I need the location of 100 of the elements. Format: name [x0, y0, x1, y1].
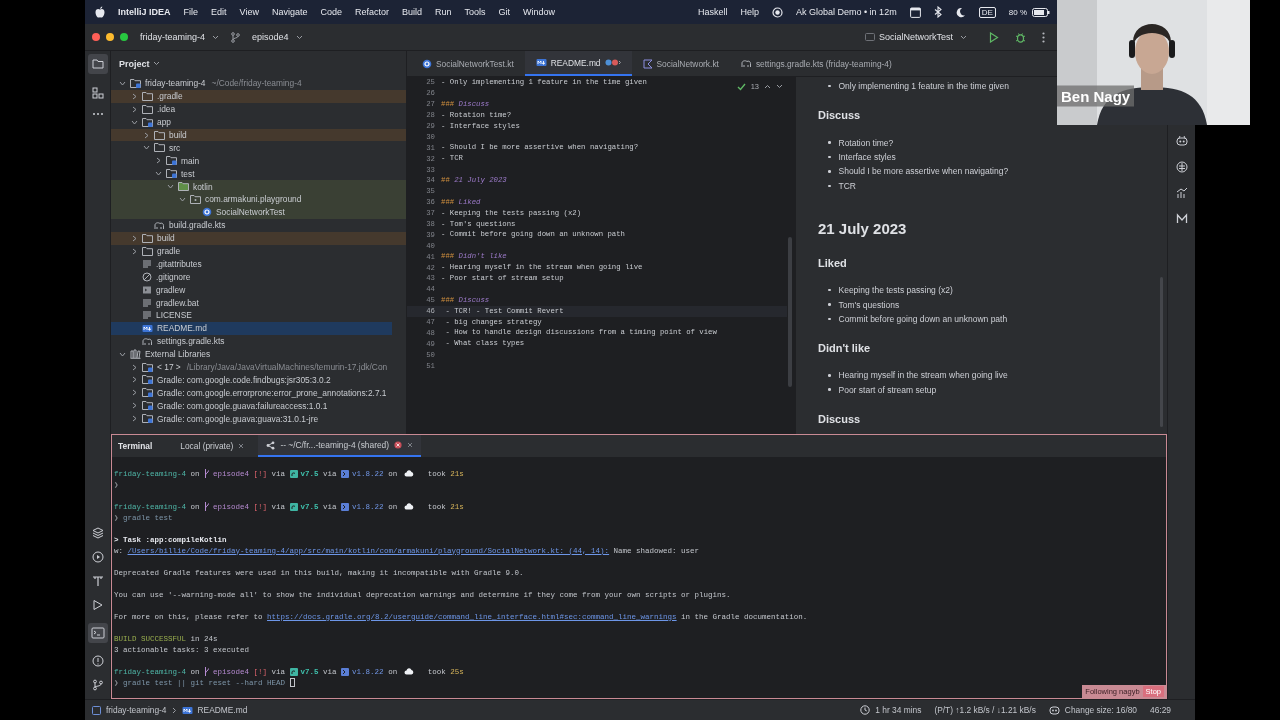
more-icon[interactable]: [1042, 31, 1045, 43]
chevron-icon[interactable]: [119, 350, 126, 358]
tree-item[interactable]: Gradle: com.google.guava:failureaccess:1.0.1: [111, 399, 406, 413]
record-icon[interactable]: [771, 6, 783, 18]
terminal-icon[interactable]: [87, 623, 108, 643]
chevron-icon[interactable]: [143, 131, 150, 139]
tree-item[interactable]: build: [111, 231, 406, 245]
menu-item[interactable]: Git: [498, 7, 511, 17]
chevron-icon[interactable]: [131, 402, 138, 410]
menu-item[interactable]: Navigate: [271, 7, 308, 17]
moon-icon[interactable]: [954, 6, 966, 18]
panel-title[interactable]: Project: [119, 58, 160, 69]
chart-icon[interactable]: [1175, 187, 1188, 199]
tree-item[interactable]: gradle: [111, 244, 406, 258]
tree-item[interactable]: gradlew.bat: [111, 296, 406, 310]
tree-item[interactable]: Gradle: com.google.code.findbugs:jsr305:3.0.2: [111, 373, 406, 387]
tree-item[interactable]: main: [111, 154, 406, 168]
chevron-icon[interactable]: [155, 157, 162, 165]
git-icon[interactable]: [91, 679, 104, 691]
branch-switcher[interactable]: episode4: [246, 32, 309, 42]
tree-item[interactable]: < 17 > /Library/Java/JavaVirtualMachines/temurin-17.jdk/Con: [111, 360, 406, 374]
menu-item[interactable]: View: [239, 7, 259, 17]
tree-item[interactable]: Gradle: com.google.errorprone:error_prone_annotations:2.7.1: [111, 386, 406, 400]
chevron-icon[interactable]: [131, 118, 138, 126]
editor-tab[interactable]: SocialNetwork.kt: [631, 51, 730, 76]
tree-item[interactable]: gradlew: [111, 283, 406, 297]
terminal-tab[interactable]: -- ~/C/fr...-teaming-4 (shared): [258, 435, 422, 457]
chevron-icon[interactable]: [131, 92, 138, 100]
chevron-icon[interactable]: [131, 415, 138, 423]
services-icon[interactable]: [91, 551, 104, 563]
battery-icon[interactable]: [1032, 7, 1050, 17]
calendar-event[interactable]: Ak Global Demo • in 12m: [795, 7, 897, 17]
mail-icon[interactable]: [1175, 213, 1188, 225]
cursor-position[interactable]: 46:29: [1150, 705, 1171, 715]
tree-item[interactable]: .idea: [111, 102, 406, 116]
layers-icon[interactable]: [91, 527, 104, 539]
tree-item[interactable]: README.md: [111, 321, 392, 335]
debug-icon[interactable]: [1015, 31, 1026, 43]
menu-item[interactable]: File: [183, 7, 199, 17]
more-icon[interactable]: [91, 112, 104, 116]
breadcrumb[interactable]: friday-teaming-4: [106, 705, 167, 715]
tree-item[interactable]: build: [111, 128, 406, 142]
run-icon[interactable]: [989, 31, 999, 43]
chevron-icon[interactable]: [131, 363, 138, 371]
folder-icon[interactable]: [87, 54, 108, 74]
tree-item[interactable]: test: [111, 167, 406, 181]
tree-item[interactable]: src: [111, 141, 406, 155]
menu-item[interactable]: Build: [401, 7, 422, 17]
tree-item[interactable]: LICENSE: [111, 309, 406, 322]
tree-item[interactable]: app: [111, 115, 406, 129]
tree-item[interactable]: .gitattributes: [111, 257, 406, 271]
tree-item[interactable]: settings.gradle.kts: [111, 334, 406, 348]
chevron-icon[interactable]: [131, 247, 138, 255]
apple-icon[interactable]: [95, 6, 105, 18]
project-switcher[interactable]: friday-teaming-4: [134, 32, 226, 42]
tree-item[interactable]: .gitignore: [111, 270, 406, 284]
chevron-icon[interactable]: [131, 376, 138, 384]
tree-item[interactable]: build.gradle.kts: [111, 218, 406, 232]
menu-item[interactable]: Tools: [464, 7, 486, 17]
chevron-icon[interactable]: [131, 105, 138, 113]
menu-item[interactable]: Edit: [211, 7, 227, 17]
minimize-button[interactable]: [106, 33, 114, 41]
chevron-icon[interactable]: [179, 195, 186, 203]
breadcrumb[interactable]: README.md: [197, 705, 248, 715]
tree-item[interactable]: External Libraries: [111, 347, 406, 361]
menu-item[interactable]: Window: [523, 7, 556, 17]
menu-item[interactable]: Help: [740, 7, 759, 17]
close-icon[interactable]: [407, 442, 414, 448]
structure-icon[interactable]: [91, 87, 104, 99]
editor-tab[interactable]: settings.gradle.kts (friday-teaming-4): [729, 51, 903, 76]
chevron-icon[interactable]: [131, 234, 138, 242]
stop-sharing-icon[interactable]: [394, 441, 403, 449]
plugin-icon[interactable]: [1175, 161, 1188, 173]
terminal-tab[interactable]: Local (private): [172, 435, 253, 457]
network-speed[interactable]: (P/T) ↑1.2 kB/s / ↓1.21 kB/s: [934, 705, 1036, 715]
close-icon[interactable]: [238, 443, 245, 449]
close-button[interactable]: [92, 33, 100, 41]
chevron-icon[interactable]: [119, 79, 126, 87]
menu-item[interactable]: Run: [435, 7, 452, 17]
tree-item[interactable]: Gradle: com.google.guava:guava:31.0.1-jre: [111, 412, 406, 426]
tree-item[interactable]: com.armakuni.playground: [111, 193, 406, 206]
zoom-button[interactable]: [120, 33, 128, 41]
calendar-icon[interactable]: [909, 6, 921, 18]
menu-item[interactable]: Haskell: [697, 7, 728, 17]
assistant-icon[interactable]: [1175, 135, 1188, 147]
input-source[interactable]: DE: [978, 6, 996, 18]
editor-tab[interactable]: SocialNetworkTest.kt: [411, 51, 525, 76]
menu-item[interactable]: Refactor: [354, 7, 389, 17]
tree-item[interactable]: friday-teaming-4 ~/Code/friday-teaming-4: [111, 77, 406, 90]
assistant-icon[interactable]: [1048, 705, 1060, 715]
scrollbar[interactable]: [788, 237, 792, 387]
session-timer[interactable]: 1 hr 34 mins: [875, 705, 922, 715]
app-name[interactable]: IntelliJ IDEA: [118, 7, 171, 17]
bluetooth-icon[interactable]: [933, 6, 942, 18]
problems-icon[interactable]: [91, 655, 104, 667]
tree-item[interactable]: kotlin: [111, 180, 406, 193]
run-icon[interactable]: [91, 599, 104, 611]
tree-item[interactable]: .gradle: [111, 89, 406, 103]
chevron-icon[interactable]: [131, 389, 138, 397]
run-configuration[interactable]: SocialNetworkTest: [858, 32, 973, 42]
